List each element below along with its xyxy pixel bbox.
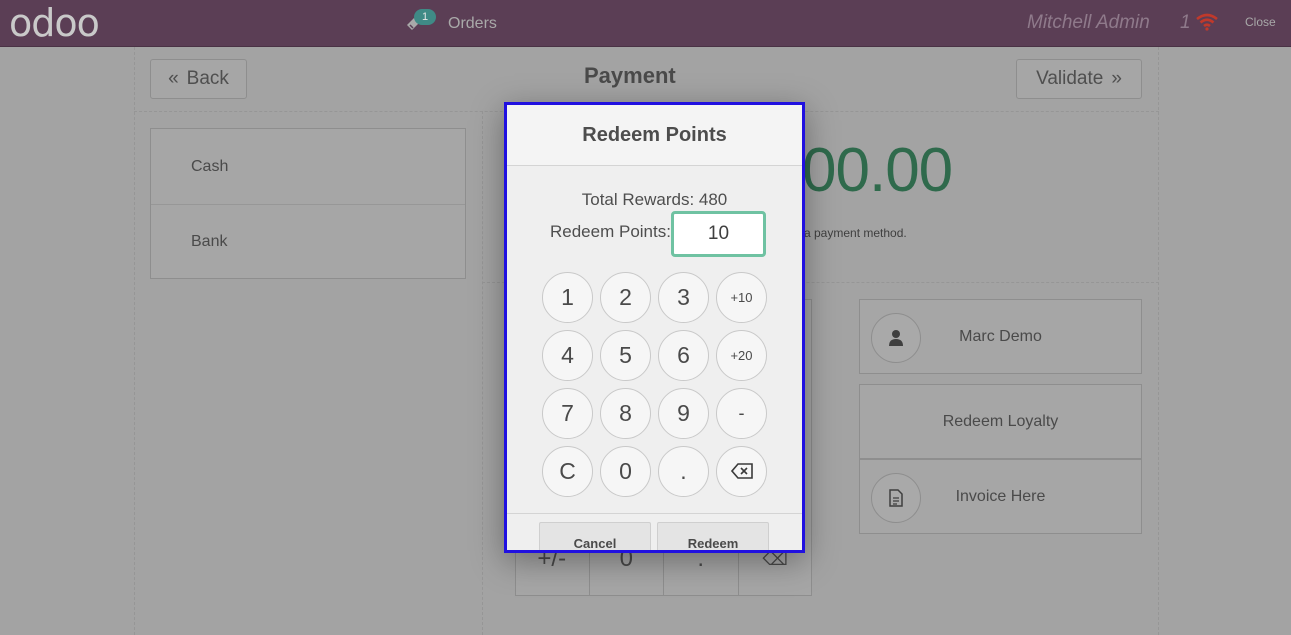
sync-pending-count: 1 xyxy=(1180,12,1191,33)
invoice-label: Invoice Here xyxy=(955,487,1046,505)
odoo-logo: odoo xyxy=(9,1,100,45)
redeem-points-label: Redeem Points: xyxy=(550,222,671,241)
backspace-icon xyxy=(730,458,753,485)
user-name[interactable]: Mitchell Admin xyxy=(1027,12,1150,34)
double-chevron-right-icon: » xyxy=(1111,68,1122,89)
redeem-points-input[interactable] xyxy=(671,211,766,257)
close-button[interactable]: Close xyxy=(1245,15,1276,29)
validate-label: Validate xyxy=(1036,68,1104,89)
redeem-loyalty-label: Redeem Loyalty xyxy=(942,412,1059,430)
orders-count-badge: 1 xyxy=(414,9,436,25)
orders-label: Orders xyxy=(448,15,497,32)
document-icon xyxy=(871,473,921,523)
payment-methods: Cash Bank xyxy=(150,128,466,279)
top-bar: odoo Orders 1 Mitchell Admin 1 Close xyxy=(0,0,1291,47)
key-9[interactable]: 9 xyxy=(658,388,709,439)
invoice-button[interactable]: Invoice Here xyxy=(859,459,1142,534)
column-divider xyxy=(482,111,483,635)
total-rewards: Total Rewards: 480 xyxy=(581,190,728,209)
back-label: Back xyxy=(186,68,229,89)
user-icon xyxy=(871,313,921,363)
key-3[interactable]: 3 xyxy=(658,272,709,323)
validate-button[interactable]: Validate » xyxy=(1016,59,1142,99)
key-7[interactable]: 7 xyxy=(542,388,593,439)
key-4[interactable]: 4 xyxy=(542,330,593,381)
payment-method-cash[interactable]: Cash xyxy=(151,129,465,204)
payment-method-bank[interactable]: Bank xyxy=(151,204,465,279)
redeem-points-dialog: Redeem Points Total Rewards: 480 Redeem … xyxy=(504,102,805,553)
payment-hint: a payment method. xyxy=(804,226,907,240)
wifi-icon[interactable] xyxy=(1196,13,1218,31)
key-0[interactable]: 0 xyxy=(600,446,651,497)
key-2[interactable]: 2 xyxy=(600,272,651,323)
back-button[interactable]: « Back xyxy=(150,59,247,99)
due-amount: 00.00 xyxy=(802,136,953,205)
double-chevron-left-icon: « xyxy=(168,68,179,89)
key-plus-10[interactable]: +10 xyxy=(716,272,767,323)
key-6[interactable]: 6 xyxy=(658,330,709,381)
key-minus[interactable]: - xyxy=(716,388,767,439)
key-plus-20[interactable]: +20 xyxy=(716,330,767,381)
key-backspace[interactable] xyxy=(716,446,767,497)
customer-name: Marc Demo xyxy=(959,327,1042,345)
customer-button[interactable]: Marc Demo xyxy=(859,299,1142,374)
dialog-title: Redeem Points xyxy=(507,105,802,166)
redeem-loyalty-button[interactable]: Redeem Loyalty xyxy=(859,384,1142,459)
cancel-button[interactable]: Cancel xyxy=(539,522,651,550)
page-title: Payment xyxy=(584,63,676,88)
key-dot[interactable]: . xyxy=(658,446,709,497)
key-clear[interactable]: C xyxy=(542,446,593,497)
redeem-button[interactable]: Redeem xyxy=(657,522,769,550)
key-8[interactable]: 8 xyxy=(600,388,651,439)
key-1[interactable]: 1 xyxy=(542,272,593,323)
key-5[interactable]: 5 xyxy=(600,330,651,381)
